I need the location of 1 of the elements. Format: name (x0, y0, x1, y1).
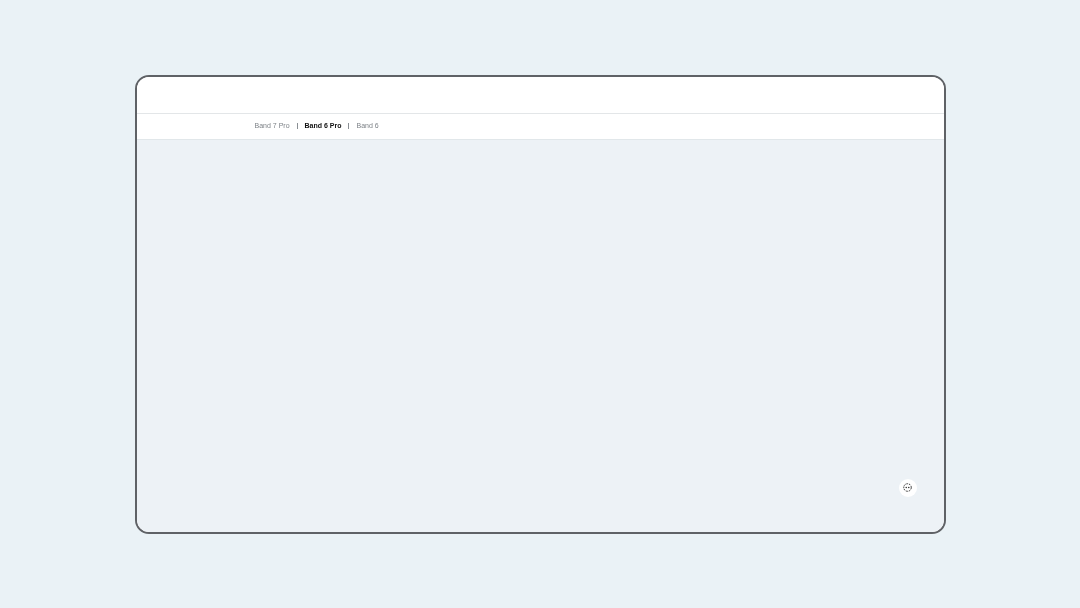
chat-icon (903, 483, 912, 492)
